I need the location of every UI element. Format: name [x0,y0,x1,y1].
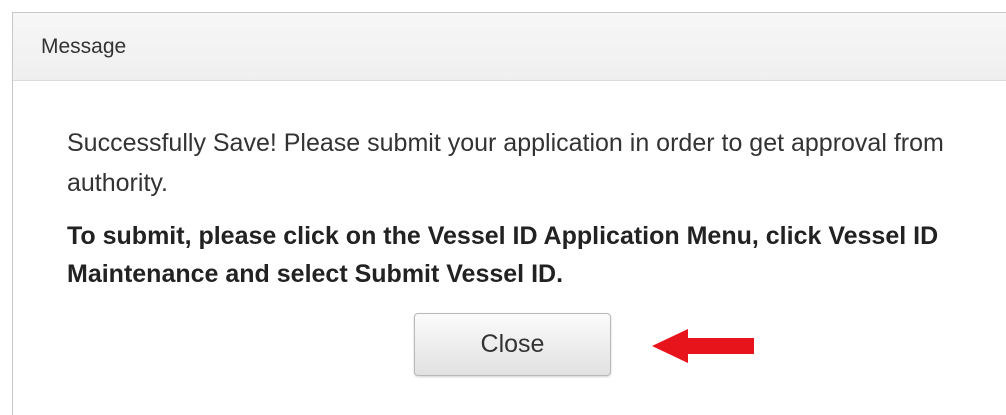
submit-instruction: To submit, please click on the Vessel ID… [67,222,939,288]
success-message: Successfully Save! Please submit your ap… [67,129,944,197]
message-dialog: Message Successfully Save! Please submit… [12,12,1006,415]
dialog-titlebar: Message [13,13,1006,81]
dialog-body: Successfully Save! Please submit your ap… [67,123,967,293]
red-arrow-icon [652,329,754,363]
close-button[interactable]: Close [414,313,611,376]
dialog-title: Message [41,34,127,58]
